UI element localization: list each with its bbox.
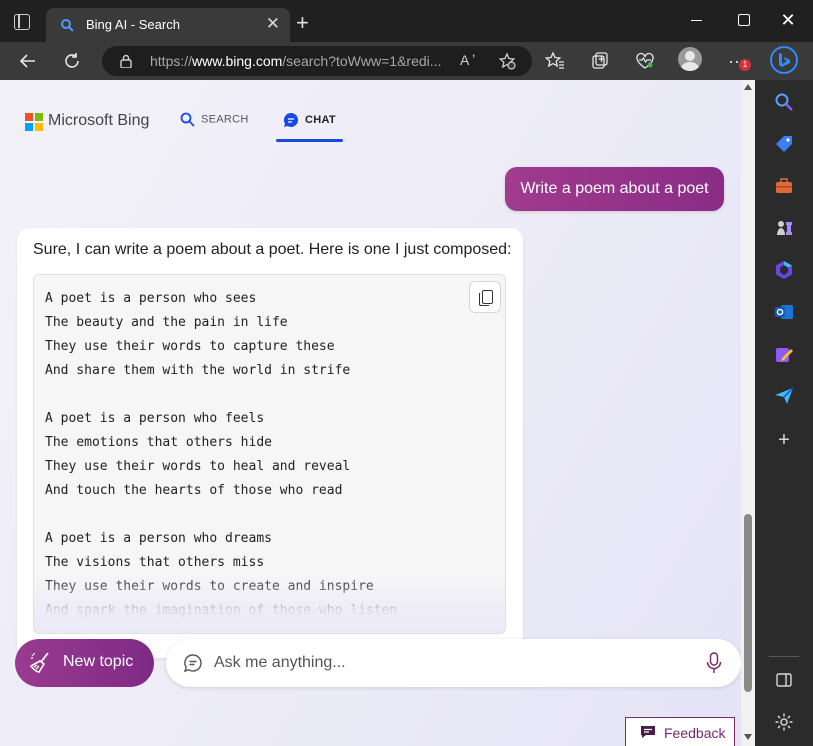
tag-icon[interactable] (773, 133, 795, 155)
copy-icon[interactable] (469, 281, 501, 313)
refresh-icon[interactable] (60, 49, 84, 73)
poem-line: And touch the hearts of those who read (45, 483, 343, 498)
feedback-label: Feedback (664, 725, 726, 741)
poem-line: The beauty and the pain in life (45, 315, 288, 330)
poem-line: The emotions that others hide (45, 435, 272, 450)
active-tab-indicator (276, 139, 343, 142)
games-icon[interactable] (773, 217, 795, 239)
title-bar: Bing AI - Search ✕ + ✕ (0, 0, 813, 42)
chat-icon (183, 654, 202, 673)
designer-icon[interactable] (773, 343, 795, 365)
ask-input[interactable] (214, 651, 694, 675)
close-window-button[interactable]: ✕ (778, 10, 798, 30)
microphone-icon[interactable] (706, 652, 722, 674)
search-icon[interactable] (773, 91, 795, 113)
split-screen-icon[interactable] (773, 669, 795, 691)
poem-line: And share them with the world in strife (45, 363, 351, 378)
new-topic-button[interactable]: New topic (15, 639, 154, 687)
office-icon[interactable] (773, 259, 795, 281)
poem-line: The visions that others miss (45, 555, 265, 570)
browser-tab[interactable]: Bing AI - Search ✕ (46, 8, 290, 42)
address-bar[interactable]: https://www.bing.com/search?toWww=1&redi… (102, 46, 532, 76)
back-icon[interactable] (16, 49, 40, 73)
scroll-down-icon[interactable] (744, 734, 752, 740)
lock-icon[interactable] (119, 54, 133, 68)
user-message: Write a poem about a poet (505, 167, 724, 211)
add-favorite-icon[interactable] (498, 52, 516, 70)
microsoft-logo-icon (25, 113, 43, 131)
collections-icon[interactable] (588, 49, 612, 73)
outlook-icon[interactable] (773, 301, 795, 323)
minimize-button[interactable] (688, 10, 708, 30)
page-content: Microsoft Bing SEARCH CHAT Write a poem … (0, 80, 741, 746)
search-icon (180, 112, 195, 127)
tab-title: Bing AI - Search (86, 17, 180, 32)
profile-avatar[interactable] (678, 47, 702, 71)
feedback-icon (641, 726, 655, 738)
poem-code-block: A poet is a person who sees The beauty an… (33, 274, 506, 634)
tab-search-label: SEARCH (201, 113, 249, 126)
scroll-up-icon[interactable] (744, 84, 752, 90)
poem-line: A poet is a person who dreams (45, 531, 272, 546)
poem-line (45, 503, 397, 527)
bing-logo-text[interactable]: Microsoft Bing (48, 112, 149, 130)
poem-line: A poet is a person who feels (45, 411, 265, 426)
tab-chat[interactable]: CHAT (283, 112, 336, 128)
tab-search[interactable]: SEARCH (180, 112, 249, 127)
bot-response-card: Sure, I can write a poem about a poet. H… (17, 228, 523, 658)
read-aloud-icon[interactable]: A ʼ (460, 52, 475, 68)
chat-input-box[interactable] (166, 639, 741, 687)
fade-overlay (34, 575, 505, 633)
poem-line: A poet is a person who sees (45, 291, 257, 306)
maximize-button[interactable] (734, 10, 754, 30)
favorites-icon[interactable] (543, 49, 567, 73)
poem-line: They use their words to capture these (45, 339, 335, 354)
poem-text: A poet is a person who sees The beauty an… (45, 287, 397, 623)
chat-bubble-icon (283, 112, 299, 127)
bot-intro-text: Sure, I can write a poem about a poet. H… (33, 241, 512, 258)
new-topic-label: New topic (63, 653, 134, 670)
send-icon[interactable] (773, 385, 795, 407)
add-icon[interactable]: + (773, 429, 795, 451)
tab-actions-icon[interactable] (14, 14, 30, 30)
search-favicon-icon (61, 19, 74, 32)
page-scrollbar[interactable] (741, 80, 755, 746)
broom-icon (29, 652, 49, 673)
notification-badge: 1 (739, 59, 751, 71)
sidebar-divider (769, 656, 799, 657)
tab-close-icon[interactable]: ✕ (266, 14, 280, 34)
feedback-button[interactable]: Feedback (625, 717, 735, 746)
edge-sidebar: + (755, 80, 813, 746)
url-text[interactable]: https://www.bing.com/search?toWww=1&redi… (150, 53, 450, 69)
tab-chat-label: CHAT (305, 114, 336, 126)
poem-line (45, 383, 397, 407)
bing-chat-icon[interactable] (770, 46, 798, 74)
settings-icon[interactable] (773, 711, 795, 733)
browser-essentials-icon[interactable] (633, 49, 657, 73)
poem-line: They use their words to heal and reveal (45, 459, 351, 474)
scrollbar-thumb[interactable] (744, 514, 752, 692)
new-tab-button[interactable]: + (296, 12, 309, 34)
toolbox-icon[interactable] (773, 175, 795, 197)
